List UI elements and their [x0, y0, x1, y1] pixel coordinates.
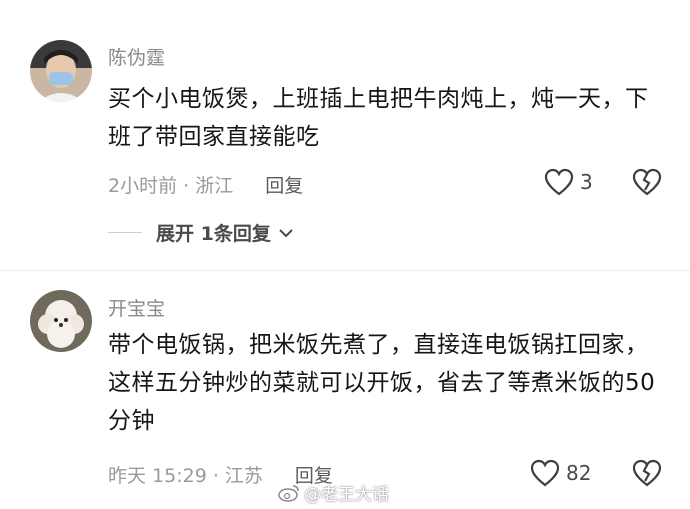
avatar[interactable]: [30, 290, 92, 352]
expand-replies-label: 展开 1条回复: [156, 223, 271, 245]
timestamp-location: 2小时前 · 浙江: [108, 175, 234, 197]
like-count: 3: [580, 170, 593, 194]
username[interactable]: 陈伪霆: [108, 43, 165, 70]
heart-outline-icon: [544, 168, 574, 196]
expand-replies-button[interactable]: 展开 1条回复: [108, 219, 295, 246]
like-button[interactable]: 82: [530, 459, 591, 487]
weibo-logo-icon: [278, 484, 299, 502]
reply-button[interactable]: 回复: [265, 171, 303, 198]
heart-outline-icon: [530, 459, 560, 487]
broken-heart-icon: [632, 459, 662, 487]
chevron-down-icon: [279, 228, 293, 237]
avatar[interactable]: [30, 40, 92, 102]
like-button[interactable]: 3: [544, 168, 593, 196]
dislike-button[interactable]: [632, 168, 662, 200]
like-count: 82: [566, 461, 592, 485]
comment-text: 买个小电饭煲，上班插上电把牛肉炖上，炖一天，下班了带回家直接能吃: [108, 86, 649, 150]
dislike-button[interactable]: [632, 459, 662, 491]
comment-text: 带个电饭锅，把米饭先煮了，直接连电饭锅扛回家，这样五分钟炒的菜就可以开饭，省去了…: [108, 332, 656, 434]
comment-divider: [0, 270, 690, 271]
broken-heart-icon: [632, 168, 662, 196]
watermark-text: @老王大话: [304, 485, 389, 505]
comment-meta: 2小时前 · 浙江 回复: [108, 171, 303, 198]
username[interactable]: 开宝宝: [108, 294, 165, 321]
watermark: @老王大话: [278, 480, 389, 505]
expand-divider: [108, 232, 142, 233]
timestamp-location: 昨天 15:29 · 江苏: [108, 465, 263, 487]
